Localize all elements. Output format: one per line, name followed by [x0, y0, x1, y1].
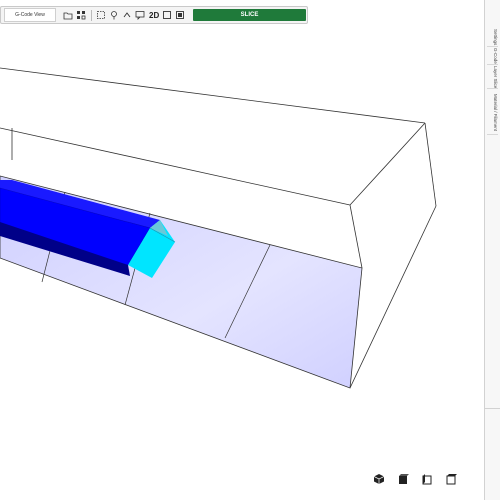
volume-front-right-vertical [349, 204, 363, 269]
open-folder-icon[interactable] [62, 9, 73, 21]
tab-layer-slice[interactable]: Layer Slice [487, 66, 498, 89]
panel-divider [484, 408, 500, 409]
volume-top-right-edge [349, 122, 426, 206]
comment-icon[interactable] [134, 9, 145, 21]
app-window: G-Code View 2D SLICE Settings G-Code Edi… [0, 0, 500, 500]
volume-back-right-vertical [424, 122, 437, 207]
tool-icons-group: 2D [62, 9, 187, 21]
side-view-icon[interactable] [418, 470, 436, 488]
volume-top-back-edge [0, 67, 426, 124]
top-toolbar: G-Code View 2D SLICE [0, 6, 308, 24]
tab-material[interactable]: Material / Filament [487, 92, 498, 135]
caret-icon[interactable] [121, 9, 132, 21]
view-buttons [370, 470, 460, 488]
volume-bottom-right-edge [349, 205, 437, 389]
tab-settings[interactable]: Settings [487, 28, 498, 47]
front-view-icon[interactable] [394, 470, 412, 488]
scene-canvas [0, 67, 437, 389]
box-icon[interactable] [174, 9, 185, 21]
slice-button[interactable]: SLICE [193, 9, 306, 21]
toolbar-divider [91, 9, 92, 21]
iso-view-icon[interactable] [370, 470, 388, 488]
pin-icon[interactable] [108, 9, 119, 21]
view-selector[interactable]: G-Code View [4, 8, 56, 22]
right-side-panel: Settings G-Code Editor Layer Slice Mater… [484, 0, 500, 500]
3d-viewport[interactable] [0, 0, 474, 500]
2d-mode-button[interactable]: 2D [149, 11, 159, 20]
select-icon[interactable] [95, 9, 106, 21]
grid-icon[interactable] [75, 9, 86, 21]
top-view-icon[interactable] [442, 470, 460, 488]
tab-gcode-editor[interactable]: G-Code Editor [487, 48, 498, 65]
square-icon[interactable] [161, 9, 172, 21]
